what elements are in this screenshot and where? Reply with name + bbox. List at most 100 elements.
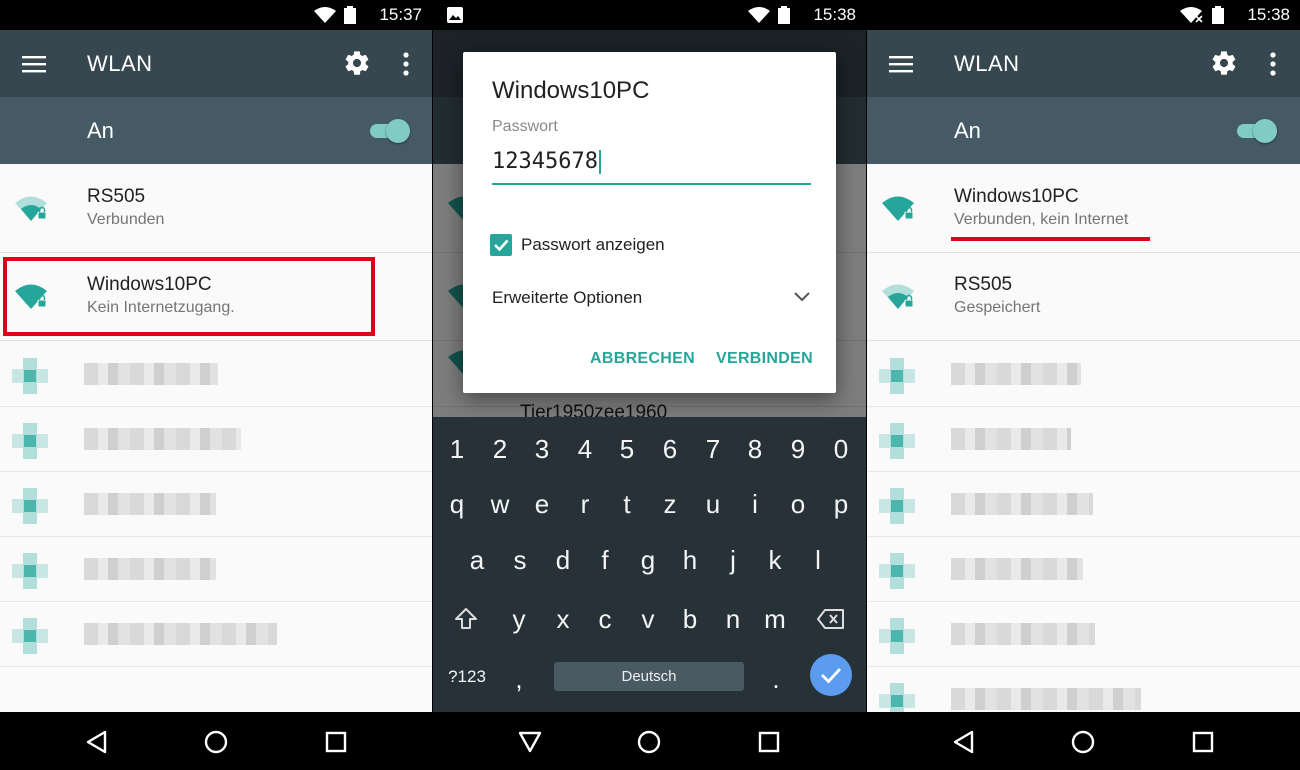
backspace-icon[interactable] xyxy=(817,608,845,630)
key[interactable]: o xyxy=(778,489,818,520)
show-password-checkbox[interactable] xyxy=(490,234,512,256)
pixelated-network-item[interactable] xyxy=(867,406,1300,472)
enter-key[interactable] xyxy=(810,654,852,696)
key[interactable]: 6 xyxy=(650,434,690,465)
wifi-lock-icon xyxy=(881,194,915,222)
recent-apps-icon[interactable] xyxy=(1190,729,1216,755)
pixelated-wifi-icon xyxy=(12,553,48,589)
hide-keyboard-icon[interactable] xyxy=(517,729,543,755)
pixelated-network-item[interactable] xyxy=(0,341,432,407)
pixelated-network-item[interactable] xyxy=(0,536,432,602)
pixelated-wifi-icon xyxy=(879,423,915,459)
network-item[interactable]: RS505 Gespeichert xyxy=(867,252,1300,341)
more-vert-icon[interactable] xyxy=(396,51,416,77)
key[interactable]: i xyxy=(735,489,775,520)
app-bar-title: WLAN xyxy=(954,51,1020,76)
key[interactable]: s xyxy=(500,545,540,576)
key[interactable]: m xyxy=(755,604,795,635)
pixelated-network-item[interactable] xyxy=(867,341,1300,407)
key[interactable]: n xyxy=(713,604,753,635)
soft-keyboard: 1 2 3 4 5 6 7 8 9 0 q w e r t z u i o p … xyxy=(433,417,866,712)
advanced-options-label[interactable]: Erweiterte Optionen xyxy=(492,288,642,308)
connect-button[interactable]: VERBINDEN xyxy=(716,350,813,368)
gear-icon[interactable] xyxy=(1210,49,1238,77)
key[interactable]: d xyxy=(543,545,583,576)
key[interactable]: h xyxy=(670,545,710,576)
pixelated-network-item[interactable] xyxy=(867,601,1300,667)
text-cursor xyxy=(598,150,601,174)
password-input[interactable]: 12345678 xyxy=(492,149,811,185)
chevron-down-icon[interactable] xyxy=(793,290,811,304)
key[interactable]: p xyxy=(821,489,861,520)
key[interactable]: x xyxy=(543,604,583,635)
key[interactable]: z xyxy=(650,489,690,520)
highlight-underline xyxy=(951,237,1150,241)
key[interactable]: r xyxy=(565,489,605,520)
show-password-label[interactable]: Passwort anzeigen xyxy=(521,235,665,255)
gear-icon[interactable] xyxy=(343,49,371,77)
shift-icon[interactable] xyxy=(453,606,479,632)
status-time: 15:38 xyxy=(1247,5,1290,24)
home-icon[interactable] xyxy=(1070,729,1096,755)
key[interactable]: e xyxy=(522,489,562,520)
pixelated-wifi-icon xyxy=(12,423,48,459)
key[interactable]: 4 xyxy=(565,434,605,465)
pixelated-network-item[interactable] xyxy=(0,601,432,667)
wifi-no-internet-icon xyxy=(1180,7,1203,23)
key[interactable]: t xyxy=(607,489,647,520)
key[interactable]: 5 xyxy=(607,434,647,465)
key[interactable]: u xyxy=(693,489,733,520)
key[interactable]: v xyxy=(628,604,668,635)
pixelated-network-item[interactable] xyxy=(867,471,1300,537)
key[interactable]: f xyxy=(585,545,625,576)
wifi-toggle[interactable] xyxy=(1237,119,1277,143)
space-key[interactable]: Deutsch xyxy=(554,662,744,691)
key[interactable]: w xyxy=(480,489,520,520)
battery-icon xyxy=(778,6,790,24)
hamburger-menu-icon[interactable] xyxy=(889,52,913,76)
key[interactable]: q xyxy=(437,489,477,520)
pixelated-network-item[interactable] xyxy=(0,406,432,472)
cancel-button[interactable]: ABBRECHEN xyxy=(590,350,695,368)
key[interactable]: 9 xyxy=(778,434,818,465)
wifi-switch-bar: An xyxy=(867,97,1300,164)
symbols-key[interactable]: ?123 xyxy=(447,667,487,687)
wifi-lock-icon xyxy=(14,194,48,222)
network-item[interactable]: RS505 Verbunden xyxy=(0,164,432,253)
battery-icon xyxy=(344,6,356,24)
battery-icon xyxy=(1212,6,1224,24)
home-icon[interactable] xyxy=(636,729,662,755)
status-bar: 15:38 xyxy=(867,0,1300,30)
key[interactable]: b xyxy=(670,604,710,635)
back-icon[interactable] xyxy=(951,729,977,755)
wifi-toggle[interactable] xyxy=(370,119,410,143)
password-dialog-panel: 15:38 Tier1950zee1960 Windows10PC Passwo… xyxy=(433,0,866,770)
key[interactable]: g xyxy=(628,545,668,576)
key[interactable]: j xyxy=(713,545,753,576)
wifi-password-dialog: Windows10PC Passwort 12345678 Passwort a… xyxy=(463,52,836,393)
key[interactable]: 2 xyxy=(480,434,520,465)
key[interactable]: l xyxy=(798,545,838,576)
key[interactable]: c xyxy=(585,604,625,635)
navigation-bar xyxy=(433,712,866,770)
key[interactable]: y xyxy=(499,604,539,635)
comma-key[interactable]: , xyxy=(499,664,539,695)
recent-apps-icon[interactable] xyxy=(323,729,349,755)
pixelated-network-item[interactable] xyxy=(867,536,1300,602)
password-value: 12345678 xyxy=(492,149,598,174)
back-icon[interactable] xyxy=(84,729,110,755)
pixelated-network-item[interactable] xyxy=(0,471,432,537)
key[interactable]: a xyxy=(457,545,497,576)
home-icon[interactable] xyxy=(203,729,229,755)
hamburger-menu-icon[interactable] xyxy=(22,52,46,76)
period-key[interactable]: . xyxy=(756,664,796,695)
key[interactable]: 3 xyxy=(522,434,562,465)
key[interactable]: k xyxy=(755,545,795,576)
recent-apps-icon[interactable] xyxy=(756,729,782,755)
more-vert-icon[interactable] xyxy=(1263,51,1283,77)
key[interactable]: 0 xyxy=(821,434,861,465)
password-label: Passwort xyxy=(492,118,558,135)
key[interactable]: 1 xyxy=(437,434,477,465)
key[interactable]: 7 xyxy=(693,434,733,465)
key[interactable]: 8 xyxy=(735,434,775,465)
